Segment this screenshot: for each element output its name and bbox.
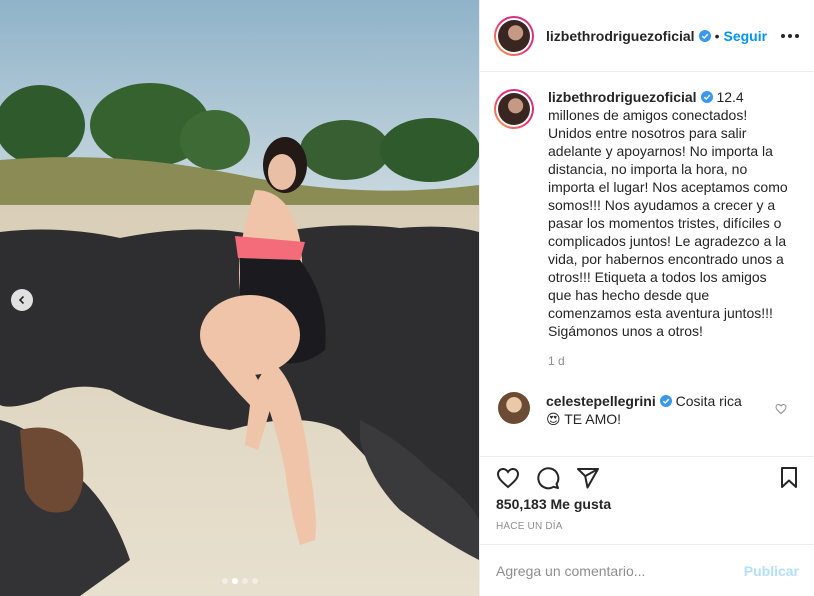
publish-button[interactable]: Publicar (744, 563, 799, 579)
comment-button[interactable] (536, 466, 560, 490)
separator-dot: • (714, 27, 720, 44)
post-side-panel: lizbethrodriguezoficial • Seguir lizbeth… (479, 0, 814, 596)
save-icon (781, 466, 797, 488)
commenter-avatar[interactable] (498, 392, 530, 424)
comment-text: celestepellegrini Cosita rica 😍 TE AMO! (546, 392, 760, 428)
caption-body: 12.4 millones de amigos conectados! Unid… (548, 89, 788, 339)
chevron-left-icon (18, 295, 25, 305)
comment-input[interactable] (496, 562, 744, 579)
follow-button[interactable]: Seguir (723, 28, 767, 44)
post-actions-bar (480, 456, 814, 492)
comments-section: lizbethrodriguezoficial 12.4 millones de… (480, 72, 814, 456)
caption-avatar[interactable] (494, 89, 534, 129)
carousel-dot (251, 578, 258, 584)
likes-count[interactable]: 850,183 Me gusta (496, 496, 611, 512)
carousel-dots (0, 578, 479, 584)
comment-item: celestepellegrini Cosita rica 😍 TE AMO! (494, 392, 799, 428)
add-comment-form: Publicar (480, 544, 814, 596)
post-caption: lizbethrodriguezoficial 12.4 millones de… (494, 88, 799, 370)
caption-timestamp[interactable]: 1 d (548, 352, 788, 370)
verified-icon (700, 91, 713, 103)
beach-photo-image (0, 0, 479, 596)
heart-icon (775, 403, 787, 415)
author-username[interactable]: lizbethrodriguezoficial (546, 28, 695, 44)
post-photo[interactable] (0, 0, 479, 596)
share-button[interactable] (576, 466, 600, 490)
comment-like-button[interactable] (775, 402, 787, 420)
carousel-dot-active (231, 578, 238, 584)
share-icon (577, 467, 599, 488)
caption-username[interactable]: lizbethrodriguezoficial (548, 89, 697, 105)
verified-icon (659, 395, 672, 407)
carousel-dot (241, 578, 248, 584)
carousel-prev-button[interactable] (11, 289, 33, 311)
more-options-button[interactable] (781, 33, 799, 38)
verified-icon (698, 29, 711, 42)
comment-icon (537, 466, 560, 489)
post-header: lizbethrodriguezoficial • Seguir (480, 0, 814, 72)
carousel-dot (221, 578, 228, 584)
heart-icon (496, 467, 520, 488)
like-button[interactable] (496, 466, 520, 490)
post-timestamp[interactable]: HACE UN DÍA (496, 521, 563, 532)
caption-text: lizbethrodriguezoficial 12.4 millones de… (548, 88, 788, 370)
commenter-username[interactable]: celestepellegrini (546, 393, 656, 409)
save-button[interactable] (777, 466, 801, 490)
author-avatar[interactable] (494, 15, 534, 56)
more-icon (781, 33, 785, 38)
